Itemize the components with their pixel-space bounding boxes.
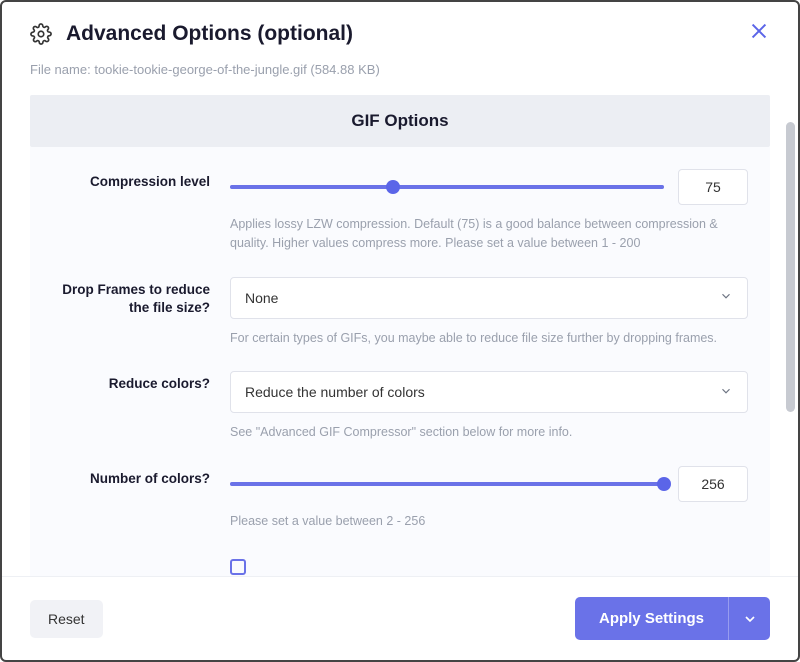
- file-name-label: File name:: [30, 62, 91, 77]
- drop-frames-select[interactable]: None: [230, 277, 748, 319]
- num-colors-slider[interactable]: [230, 475, 664, 493]
- reduce-colors-row: Reduce colors? Reduce the number of colo…: [52, 371, 748, 442]
- options-scroll-area[interactable]: GIF Options Compression level Applies lo…: [2, 95, 798, 576]
- compression-slider[interactable]: [230, 178, 664, 196]
- cutoff-row: [52, 555, 748, 575]
- apply-settings-button[interactable]: Apply Settings: [575, 597, 728, 640]
- compression-input[interactable]: [678, 169, 748, 205]
- checkbox[interactable]: [230, 559, 246, 575]
- num-colors-label: Number of colors?: [52, 466, 230, 531]
- drop-frames-label: Drop Frames to reduce the file size?: [52, 277, 230, 348]
- apply-button-group: Apply Settings: [575, 597, 770, 640]
- advanced-options-modal: Advanced Options (optional) File name: t…: [0, 0, 800, 662]
- drop-frames-selected: None: [245, 290, 278, 306]
- compression-label: Compression level: [52, 169, 230, 253]
- reduce-colors-select[interactable]: Reduce the number of colors: [230, 371, 748, 413]
- file-name-value: tookie-tookie-george-of-the-jungle.gif (…: [94, 62, 379, 77]
- drop-frames-help: For certain types of GIFs, you maybe abl…: [230, 329, 748, 348]
- compression-row: Compression level Applies lossy LZW comp…: [52, 169, 748, 253]
- close-button[interactable]: [748, 20, 770, 42]
- chevron-down-icon: [742, 611, 758, 627]
- reduce-colors-help: See "Advanced GIF Compressor" section be…: [230, 423, 748, 442]
- num-colors-row: Number of colors? Please set a value bet…: [52, 466, 748, 531]
- gear-icon: [30, 23, 52, 45]
- modal-header: Advanced Options (optional): [2, 2, 798, 56]
- options-panel: Compression level Applies lossy LZW comp…: [30, 147, 770, 576]
- section-header: GIF Options: [30, 95, 770, 147]
- num-colors-input[interactable]: [678, 466, 748, 502]
- reduce-colors-selected: Reduce the number of colors: [245, 384, 425, 400]
- reset-button[interactable]: Reset: [30, 600, 103, 638]
- compression-help: Applies lossy LZW compression. Default (…: [230, 215, 748, 253]
- drop-frames-row: Drop Frames to reduce the file size? Non…: [52, 277, 748, 348]
- file-info: File name: tookie-tookie-george-of-the-j…: [2, 56, 798, 95]
- num-colors-help: Please set a value between 2 - 256: [230, 512, 748, 531]
- chevron-down-icon: [719, 384, 733, 401]
- apply-dropdown-button[interactable]: [728, 597, 770, 640]
- modal-footer: Reset Apply Settings: [2, 576, 798, 660]
- chevron-down-icon: [719, 289, 733, 306]
- reduce-colors-label: Reduce colors?: [52, 371, 230, 442]
- modal-title: Advanced Options (optional): [66, 22, 353, 46]
- scrollbar-thumb[interactable]: [786, 122, 795, 412]
